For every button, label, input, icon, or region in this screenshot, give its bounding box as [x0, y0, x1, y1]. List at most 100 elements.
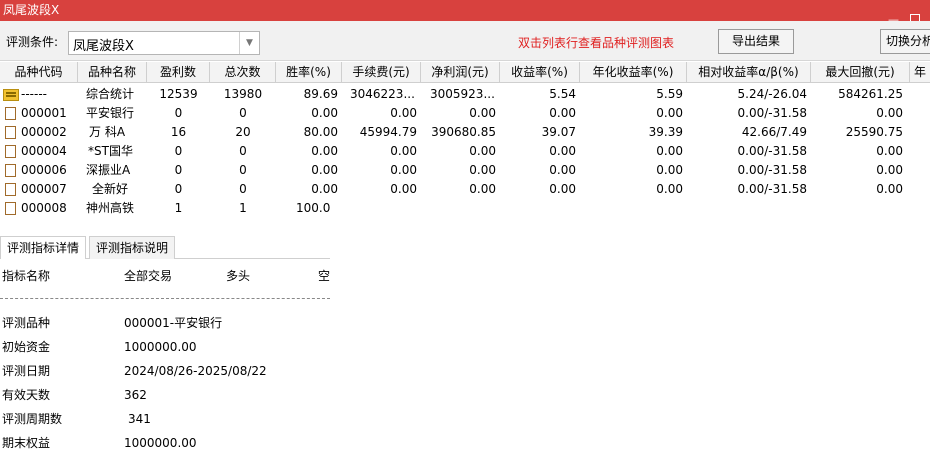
cell-fee: 3046223... — [350, 87, 415, 101]
document-icon — [5, 145, 16, 158]
document-icon — [5, 107, 16, 120]
cell-return: 0.00 — [549, 182, 576, 196]
table-row[interactable]: ------ 综合统计 12539 13980 89.69 3046223...… — [0, 85, 930, 104]
condition-select-value: 凤尾波段X — [73, 39, 134, 54]
cell-fee: 45994.79 — [359, 125, 417, 139]
cell-alpha-beta: 5.24/-26.04 — [737, 87, 807, 101]
header-indicator-name: 指标名称 — [2, 269, 51, 283]
column-header[interactable]: 收益率(%) — [500, 62, 580, 83]
column-header[interactable]: 净利润(元) — [421, 62, 500, 83]
cell-drawdown: 0.00 — [876, 144, 903, 158]
document-icon — [5, 202, 16, 215]
cell-wins: 0 — [174, 144, 183, 158]
table-row[interactable]: 000008 神州高铁 1 1 100.0 — [0, 199, 930, 218]
cell-winrate: 100.0 — [296, 201, 330, 215]
detail-value: 1000000.00 — [124, 340, 197, 354]
table-header: 品种代码 品种名称 盈利数 总次数 胜率(%) 手续费(元) 净利润(元) 收益… — [0, 62, 930, 83]
chevron-down-icon[interactable]: ▼ — [239, 32, 259, 54]
window-titlebar: 凤尾波段X — [0, 0, 930, 21]
column-header[interactable]: 年 — [910, 62, 930, 83]
cell-code: 000006 — [21, 163, 67, 177]
cell-profit: 0.00 — [469, 182, 496, 196]
cell-wins: 12539 — [159, 87, 198, 101]
cell-alpha-beta: 0.00/-31.58 — [737, 144, 807, 158]
cell-winrate: 0.00 — [311, 106, 338, 120]
document-icon — [5, 126, 16, 139]
detail-label: 有效天数 — [2, 388, 51, 402]
column-header[interactable]: 胜率(%) — [276, 62, 342, 83]
column-header[interactable]: 年化收益率(%) — [580, 62, 687, 83]
cell-return: 0.00 — [549, 106, 576, 120]
cell-winrate: 80.00 — [303, 125, 338, 139]
cell-fee: 0.00 — [390, 144, 417, 158]
cell-code: 000001 — [21, 106, 67, 120]
detail-value: 2024/08/26-2025/08/22 — [124, 364, 267, 378]
cell-drawdown: 0.00 — [876, 163, 903, 177]
header-short: 空 — [318, 269, 331, 283]
cell-code: ------ — [21, 87, 47, 101]
tab-indicator-details[interactable]: 评测指标详情 — [0, 236, 87, 259]
cell-drawdown: 25590.75 — [845, 125, 903, 139]
column-header[interactable]: 盈利数 — [147, 62, 210, 83]
cell-fee: 0.00 — [390, 182, 417, 196]
divider — [0, 298, 330, 299]
detail-value: 341 — [128, 412, 151, 426]
detail-label: 评测日期 — [2, 364, 51, 378]
detail-label: 评测品种 — [2, 316, 51, 330]
cell-return: 0.00 — [549, 144, 576, 158]
cell-annual: 39.39 — [648, 125, 683, 139]
header-long: 多头 — [226, 269, 251, 283]
table-row[interactable]: 000002 万 科A 16 20 80.00 45994.79 390680.… — [0, 123, 930, 142]
column-header[interactable]: 品种名称 — [78, 62, 147, 83]
cell-alpha-beta: 42.66/7.49 — [741, 125, 807, 139]
cell-annual: 0.00 — [656, 182, 683, 196]
table-row[interactable]: 000007 全新好 0 0 0.00 0.00 0.00 0.00 0.00 … — [0, 180, 930, 199]
export-button[interactable]: 导出结果 — [718, 29, 794, 54]
cell-total: 0 — [239, 182, 247, 196]
detail-value: 1000000.00 — [124, 436, 197, 450]
column-header[interactable]: 相对收益率α/β(%) — [687, 62, 811, 83]
condition-label: 评测条件: — [6, 35, 59, 49]
cell-wins: 0 — [174, 106, 183, 120]
cell-annual: 0.00 — [656, 106, 683, 120]
hint-text: 双击列表行查看品种评测图表 — [518, 36, 675, 50]
condition-select[interactable]: 凤尾波段X ▼ — [68, 31, 260, 55]
cell-profit: 0.00 — [469, 144, 496, 158]
detail-panel: 评测指标详情 评测指标说明 指标名称 全部交易 多头 空 评测品种 000001… — [0, 235, 330, 459]
switch-analysis-button[interactable]: 切换分析 — [880, 29, 930, 54]
cell-profit: 3005923... — [430, 87, 495, 101]
cell-code: 000007 — [21, 182, 67, 196]
cell-total: 1 — [239, 201, 247, 215]
cell-annual: 0.00 — [656, 144, 683, 158]
cell-code: 000004 — [21, 144, 67, 158]
cell-annual: 5.59 — [656, 87, 683, 101]
cell-profit: 0.00 — [469, 106, 496, 120]
detail-label: 期末权益 — [2, 436, 51, 450]
table-row[interactable]: 000001 平安银行 0 0 0.00 0.00 0.00 0.00 0.00… — [0, 104, 930, 123]
cell-drawdown: 0.00 — [876, 106, 903, 120]
cell-fee: 0.00 — [390, 106, 417, 120]
cell-total: 0 — [239, 144, 247, 158]
detail-value: 000001-平安银行 — [124, 316, 223, 330]
cell-name: 神州高铁 — [86, 201, 135, 215]
cell-return: 0.00 — [549, 163, 576, 177]
column-header[interactable]: 手续费(元) — [342, 62, 421, 83]
detail-value: 362 — [124, 388, 147, 402]
cell-wins: 16 — [170, 125, 187, 139]
column-header[interactable]: 最大回撤(元) — [811, 62, 910, 83]
summary-icon — [3, 89, 19, 101]
tab-indicator-explanation[interactable]: 评测指标说明 — [89, 236, 176, 259]
column-header[interactable]: 品种代码 — [0, 62, 78, 83]
cell-drawdown: 0.00 — [876, 182, 903, 196]
cell-name: 深振业A — [86, 163, 131, 177]
cell-total: 0 — [239, 106, 247, 120]
document-icon — [5, 164, 16, 177]
cell-winrate: 0.00 — [311, 144, 338, 158]
cell-drawdown: 584261.25 — [838, 87, 903, 101]
cell-total: 13980 — [223, 87, 263, 101]
cell-wins: 0 — [174, 182, 183, 196]
column-header[interactable]: 总次数 — [210, 62, 276, 83]
table-row[interactable]: 000006 深振业A 0 0 0.00 0.00 0.00 0.00 0.00… — [0, 161, 930, 180]
table-row[interactable]: 000004 *ST国华 0 0 0.00 0.00 0.00 0.00 0.0… — [0, 142, 930, 161]
cell-winrate: 89.69 — [303, 87, 338, 101]
